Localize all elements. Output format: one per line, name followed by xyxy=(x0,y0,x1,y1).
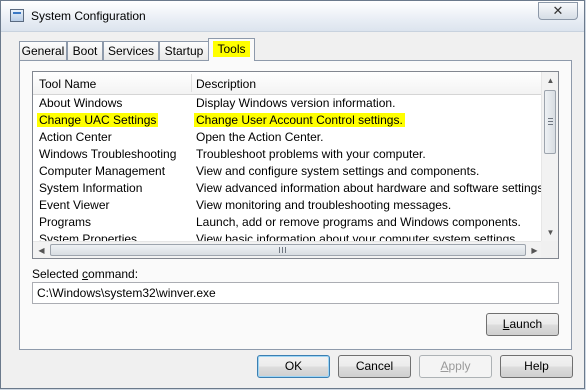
tab-services-label: Services xyxy=(107,44,154,58)
tool-description: View monitoring and troubleshooting mess… xyxy=(196,198,452,212)
table-row[interactable]: Programs Launch, add or remove programs … xyxy=(33,214,543,231)
vertical-scrollbar[interactable]: ▲ ▼ xyxy=(541,72,558,241)
tool-name: Change UAC Settings xyxy=(37,113,159,127)
selected-command-field[interactable]: C:\Windows\system32\winver.exe xyxy=(32,282,559,304)
tool-description: View advanced information about hardware… xyxy=(196,181,547,195)
tool-name: Windows Troubleshooting xyxy=(39,147,177,161)
table-row[interactable]: Action Center Open the Action Center. xyxy=(33,129,543,146)
tool-name: Computer Management xyxy=(39,164,166,178)
column-header-description[interactable]: Description xyxy=(196,77,256,91)
column-divider[interactable] xyxy=(191,74,192,92)
title-bar[interactable]: System Configuration ✕ xyxy=(1,1,584,32)
tool-name: About Windows xyxy=(39,96,123,110)
scroll-left-arrow-icon[interactable]: ◀ xyxy=(33,242,50,258)
tab-general[interactable]: General xyxy=(19,41,67,60)
table-row[interactable]: Computer Management View and configure s… xyxy=(33,163,543,180)
tab-boot-label: Boot xyxy=(72,44,98,58)
list-header: Tool Name Description xyxy=(33,72,543,95)
apply-label-rest: pply xyxy=(448,359,471,373)
table-row[interactable]: System Information View advanced informa… xyxy=(33,180,547,197)
grip-line xyxy=(279,247,280,253)
grip-line xyxy=(548,118,553,119)
grip-line xyxy=(285,247,286,253)
cancel-button[interactable]: Cancel xyxy=(338,355,411,378)
apply-access-key: A xyxy=(440,359,449,373)
selected-command-label-prefix: Selected xyxy=(32,267,83,281)
tool-description: Troubleshoot problems with your computer… xyxy=(196,147,426,161)
column-header-tool-name[interactable]: Tool Name xyxy=(39,77,96,91)
scrollbar-corner xyxy=(541,241,558,258)
close-button[interactable]: ✕ xyxy=(538,2,578,20)
msconfig-app-icon xyxy=(10,9,24,22)
horizontal-scroll-thumb[interactable] xyxy=(50,244,526,256)
grip-line xyxy=(282,247,283,253)
tab-tools-label: Tools xyxy=(217,42,246,56)
tool-name: System Information xyxy=(39,181,143,195)
tab-startup[interactable]: Startup xyxy=(159,41,209,60)
vertical-scroll-thumb[interactable] xyxy=(544,90,556,154)
tab-boot[interactable]: Boot xyxy=(67,41,103,60)
tools-panel: Tool Name Description About Windows Disp… xyxy=(19,60,572,350)
tool-name: Programs xyxy=(39,215,92,229)
tool-description: Change User Account Control settings. xyxy=(194,113,405,127)
tool-description: Open the Action Center. xyxy=(196,130,324,144)
grip-line xyxy=(548,121,553,122)
scroll-down-arrow-icon[interactable]: ▼ xyxy=(542,224,558,241)
system-configuration-window: System Configuration ✕ General Boot Serv… xyxy=(0,0,585,389)
window-title: System Configuration xyxy=(31,9,146,23)
selected-command-label: Selected command: xyxy=(32,267,138,281)
tool-name: Event Viewer xyxy=(39,198,110,212)
tab-startup-label: Startup xyxy=(164,44,204,58)
launch-label-rest: aunch xyxy=(509,317,543,331)
apply-button[interactable]: Apply xyxy=(419,355,492,378)
grip-line xyxy=(548,124,553,125)
ok-button[interactable]: OK xyxy=(257,355,330,378)
help-button[interactable]: Help xyxy=(500,355,573,378)
tab-general-label: General xyxy=(21,44,65,58)
table-row[interactable]: About Windows Display Windows version in… xyxy=(33,95,543,112)
tool-description: Launch, add or remove programs and Windo… xyxy=(196,215,521,229)
table-row[interactable]: Change UAC Settings Change User Account … xyxy=(33,112,543,129)
horizontal-scrollbar[interactable]: ◀ ▶ xyxy=(33,241,543,258)
table-row[interactable]: Windows Troubleshooting Troubleshoot pro… xyxy=(33,146,543,163)
tools-list[interactable]: Tool Name Description About Windows Disp… xyxy=(32,71,559,259)
tab-services[interactable]: Services xyxy=(103,41,159,60)
table-row[interactable]: Event Viewer View monitoring and trouble… xyxy=(33,197,543,214)
launch-button[interactable]: Launch xyxy=(486,313,559,336)
tab-tools[interactable]: Tools xyxy=(208,38,255,61)
scroll-up-arrow-icon[interactable]: ▲ xyxy=(542,72,558,89)
tool-description: View and configure system settings and c… xyxy=(196,164,480,178)
selected-command-label-suffix: ommand: xyxy=(88,267,139,281)
tool-description: Display Windows version information. xyxy=(196,96,396,110)
tool-name: Action Center xyxy=(39,130,112,144)
